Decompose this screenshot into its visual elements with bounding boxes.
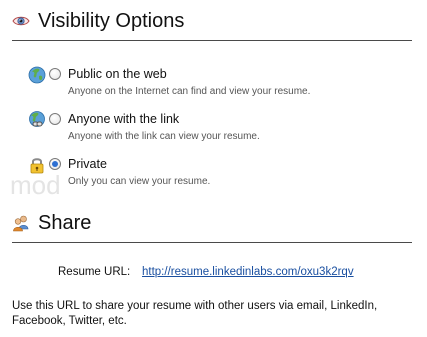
people-icon — [12, 214, 30, 232]
lock-icon — [28, 156, 46, 174]
resume-url-link[interactable]: http://resume.linkedinlabs.com/oxu3k2rqv — [142, 265, 354, 279]
public-label[interactable]: Public on the web — [68, 66, 167, 82]
visibility-section-header: Visibility Options — [12, 6, 412, 41]
private-label[interactable]: Private — [68, 156, 107, 172]
share-title: Share — [38, 212, 92, 234]
link-radio[interactable] — [49, 113, 61, 125]
link-label[interactable]: Anyone with the link — [68, 111, 179, 127]
visibility-option-private[interactable]: Private Only you can view your resume. — [28, 156, 408, 192]
visibility-option-public[interactable]: Public on the web Anyone on the Internet… — [28, 66, 408, 102]
private-description: Only you can view your resume. — [68, 176, 211, 187]
link-globe-icon — [28, 111, 46, 129]
share-section-header: Share — [12, 208, 412, 243]
visibility-title: Visibility Options — [38, 10, 185, 32]
private-radio[interactable] — [49, 158, 61, 170]
resume-url-label: Resume URL: — [58, 266, 131, 278]
globe-icon — [28, 66, 46, 84]
eye-icon — [12, 12, 30, 30]
visibility-option-link[interactable]: Anyone with the link Anyone with the lin… — [28, 111, 408, 147]
link-description: Anyone with the link can view your resum… — [68, 131, 260, 142]
resume-url-row: Resume URL: http://resume.linkedinlabs.c… — [0, 265, 427, 281]
share-help-text: Use this URL to share your resume with o… — [12, 300, 378, 327]
public-description: Anyone on the Internet can find and view… — [68, 86, 311, 97]
public-radio[interactable] — [49, 68, 61, 80]
